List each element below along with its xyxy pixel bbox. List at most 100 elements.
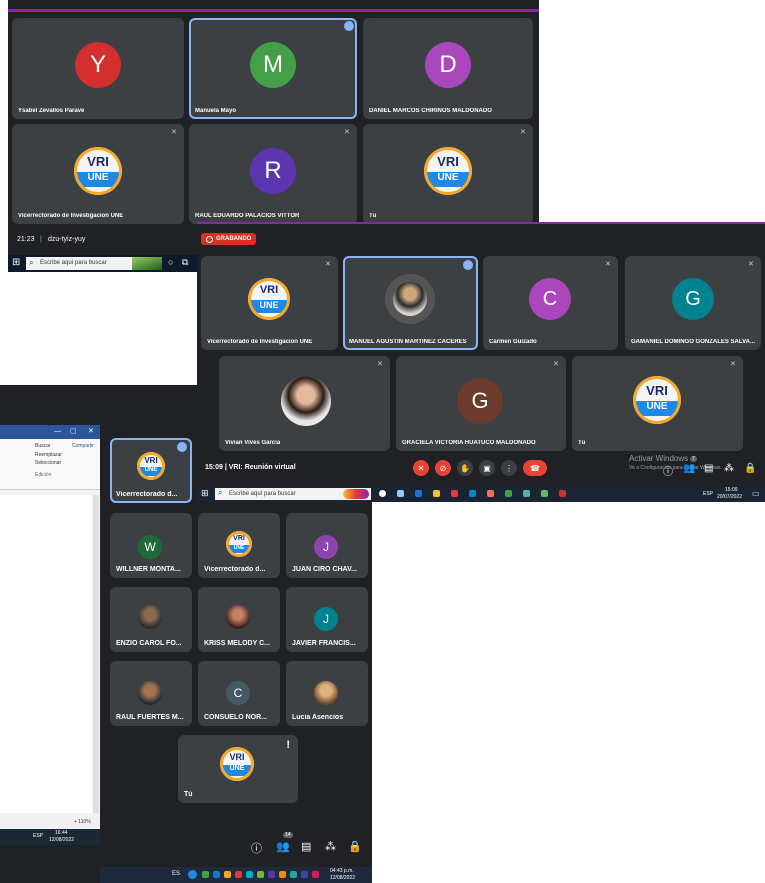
participant-tile[interactable]: ✕ VRI UNE Tú — [572, 356, 743, 451]
help-icon[interactable] — [188, 870, 197, 879]
info-icon[interactable]: ⓘ — [251, 840, 262, 856]
participant-avatar: Y — [75, 42, 121, 88]
taskbar-search-box[interactable]: ⌕ Escribe aquí para buscar — [26, 257, 162, 270]
mic-off-icon: ✕ — [171, 129, 177, 136]
tray-app-icon[interactable] — [397, 490, 404, 497]
taskbar: ES 04:43 p.m. 12/08/2022 — [100, 867, 372, 883]
more-options-icon[interactable] — [344, 21, 354, 31]
participant-tile[interactable]: D DANIEL MARCOS CHIRINOS MALDONADO — [363, 18, 533, 119]
select-button[interactable]: Seleccionar — [35, 460, 61, 466]
participant-tile[interactable]: Y Ysabel Zevallos Paravé — [12, 18, 184, 119]
participant-tile[interactable]: KRISS MELODY C... — [198, 587, 280, 652]
participant-tile[interactable]: ENZIO CAROL FO... — [110, 587, 192, 652]
word-scrollbar[interactable] — [93, 495, 99, 813]
tray-app-icon[interactable] — [541, 490, 548, 497]
participant-tile[interactable]: Lucia Asencios — [286, 661, 368, 726]
tray-app-icon[interactable] — [415, 490, 422, 497]
tray-app-icon[interactable] — [279, 871, 286, 878]
participants-badge: 7 — [690, 456, 697, 462]
find-button[interactable]: Buscar — [35, 443, 51, 449]
word-document[interactable] — [0, 495, 92, 813]
tray-app-icon[interactable] — [559, 490, 566, 497]
tray-app-icon[interactable] — [469, 490, 476, 497]
participant-name: JAVIER FRANCIS... — [292, 640, 356, 647]
participant-tile[interactable]: ✕ G GRACIELA VICTORIA HUATUCO MALDONADO — [396, 356, 566, 451]
tray-app-icon[interactable] — [290, 871, 297, 878]
notification-icon[interactable]: ▭ — [752, 489, 760, 498]
participant-tile[interactable]: MANUEL AGUSTIN MARTINEZ CACERES — [343, 256, 478, 350]
participant-photo — [138, 605, 162, 629]
participant-tile[interactable]: ✕ VRI UNE Vicerrectorado de Investigacion… — [12, 124, 184, 224]
mic-off-icon: ✕ — [748, 261, 754, 268]
raise-hand-button[interactable]: ✋ — [457, 460, 473, 476]
taskbar-search-box[interactable]: ⌕ Escribe aquí para buscar — [215, 488, 371, 500]
participant-tile[interactable]: VRI UNE Vicerrectorado d... — [110, 438, 192, 503]
participant-avatar: M — [250, 42, 296, 88]
participant-tile[interactable]: ✕ G GAMANIEL DOMINGO GONZALES SALVA... — [625, 256, 761, 350]
activities-icon[interactable]: ⁂ — [724, 463, 734, 474]
tray-app-icon[interactable] — [379, 490, 386, 497]
minimize-icon[interactable]: — — [54, 428, 61, 435]
tray-app-icon[interactable] — [505, 490, 512, 497]
people-icon[interactable]: 👥 — [683, 463, 695, 474]
word-taskbar: ESP 16:44 12/08/2022 — [0, 829, 100, 845]
chat-icon[interactable]: ▤ — [301, 840, 311, 853]
self-tile[interactable]: ! VRI UNE Tú — [178, 735, 298, 803]
participant-tile[interactable]: RAUL FUERTES M... — [110, 661, 192, 726]
word-ribbon: Compartir Buscar Reemplazar Seleccionar … — [0, 439, 100, 490]
tray-app-icon[interactable] — [523, 490, 530, 497]
participant-tile[interactable]: ✕ Vivian Vives Garcia — [219, 356, 390, 451]
tray-app-icon[interactable] — [301, 871, 308, 878]
tray-app-icon[interactable] — [224, 871, 231, 878]
vri-une-logo: VRI UNE — [226, 531, 252, 557]
participant-name: GAMANIEL DOMINGO GONZALES SALVA... — [631, 339, 756, 345]
search-highlight-image — [343, 489, 369, 499]
word-statusbar: + 110% — [0, 817, 100, 827]
windows-start-icon[interactable]: ⊞ — [12, 257, 20, 268]
participant-tile[interactable]: ✕ R RAUL EDUARDO PALACIOS VITTOR — [189, 124, 357, 224]
tray-app-icon[interactable] — [268, 871, 275, 878]
participant-tile[interactable]: C CONSUELO NOR... — [198, 661, 280, 726]
participant-tile[interactable]: J JUAN CIRO CHAV... — [286, 513, 368, 578]
more-options-button[interactable]: ⋮ — [501, 460, 517, 476]
cortana-icon[interactable]: ○ — [168, 257, 173, 267]
tray-app-icon[interactable] — [451, 490, 458, 497]
participant-name: Vicerrectorado de Investigacion UNE — [18, 213, 124, 219]
people-icon[interactable]: 👥 — [276, 840, 290, 853]
separator: | — [40, 236, 42, 243]
participant-tile[interactable]: ✕ C Carmen Guizado — [483, 256, 618, 350]
lock-icon[interactable]: 🔒 — [348, 840, 362, 853]
participant-tile[interactable]: M Manuela Mayo — [189, 18, 357, 119]
tray-app-icon[interactable] — [246, 871, 253, 878]
tray-app-icon[interactable] — [235, 871, 242, 878]
tray-app-icon[interactable] — [312, 871, 319, 878]
participant-name: JUAN CIRO CHAV... — [292, 566, 357, 573]
participant-tile[interactable]: VRI UNE Vicerrectorado d... — [198, 513, 280, 578]
info-icon[interactable]: ⓘ — [663, 463, 673, 478]
participant-photo — [226, 605, 250, 629]
tray-app-icon[interactable] — [487, 490, 494, 497]
tray-app-icon[interactable] — [213, 871, 220, 878]
tray-app-icon[interactable] — [202, 871, 209, 878]
leave-call-button[interactable]: ☎ — [523, 460, 547, 476]
activities-icon[interactable]: ⁂ — [325, 840, 336, 853]
participant-tile[interactable]: J JAVIER FRANCIS... — [286, 587, 368, 652]
camera-toggle-button[interactable]: ⊘ — [435, 460, 451, 476]
mic-toggle-button[interactable]: ✕ — [413, 460, 429, 476]
participant-tile[interactable]: ✕ VRI UNE Vicerrectorado de Investigacion… — [201, 256, 338, 350]
participant-tile[interactable]: W WILLNER MONTA... — [110, 513, 192, 578]
participant-tile[interactable]: ✕ VRI UNE Tú — [363, 124, 533, 224]
participant-avatar: W — [138, 535, 162, 559]
participant-avatar: D — [425, 42, 471, 88]
lock-icon[interactable]: 🔒 — [744, 463, 756, 474]
tray-app-icon[interactable] — [433, 490, 440, 497]
replace-button[interactable]: Reemplazar — [35, 452, 62, 458]
windows-start-icon[interactable]: ⊞ — [201, 488, 209, 499]
chat-icon[interactable]: ▤ — [704, 463, 713, 474]
close-icon[interactable]: ✕ — [88, 427, 94, 435]
restore-icon[interactable]: ▢ — [70, 427, 77, 435]
task-view-icon[interactable]: ⧉ — [182, 257, 188, 268]
share-button[interactable]: Compartir — [72, 443, 94, 449]
present-button[interactable]: ▣ — [479, 460, 495, 476]
tray-app-icon[interactable] — [257, 871, 264, 878]
